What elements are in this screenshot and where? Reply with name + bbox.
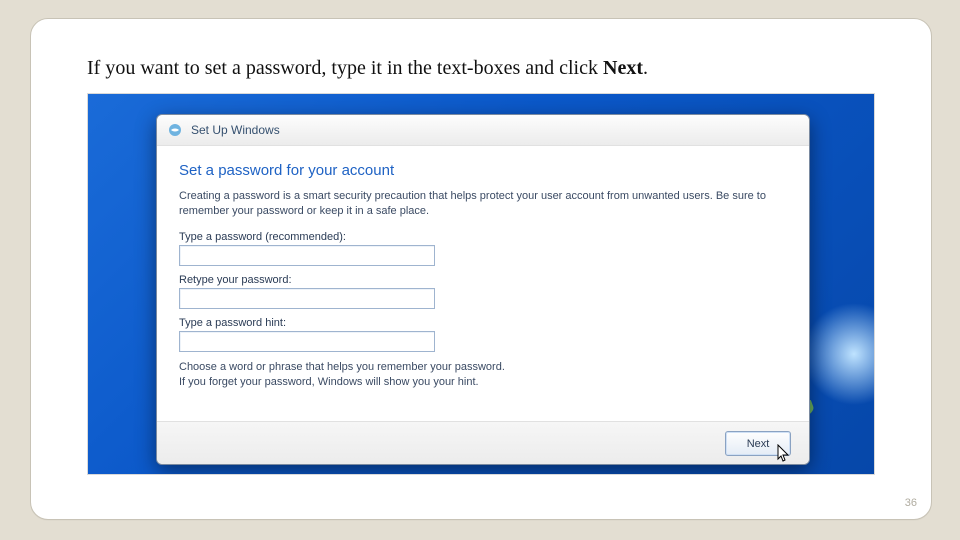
caption-text: If you want to set a password, type it i… bbox=[87, 57, 603, 79]
slide-card: If you want to set a password, type it i… bbox=[30, 18, 932, 520]
desktop-screenshot: Set Up Windows Set a password for your a… bbox=[87, 93, 875, 475]
password-hint-input[interactable] bbox=[179, 331, 435, 352]
window-heading: Set a password for your account bbox=[179, 162, 787, 179]
slide-caption: If you want to set a password, type it i… bbox=[87, 57, 648, 80]
retype-password-input[interactable] bbox=[179, 288, 435, 309]
window-titlebar: Set Up Windows bbox=[157, 115, 809, 146]
password-label: Type a password (recommended): bbox=[179, 231, 787, 243]
setup-window: Set Up Windows Set a password for your a… bbox=[156, 114, 810, 465]
setup-icon bbox=[167, 122, 183, 138]
password-input[interactable] bbox=[179, 245, 435, 266]
hint-help-text: Choose a word or phrase that helps you r… bbox=[179, 360, 787, 390]
caption-suffix: . bbox=[643, 57, 648, 79]
window-title: Set Up Windows bbox=[191, 123, 280, 137]
page-number: 36 bbox=[905, 497, 917, 509]
hint-label: Type a password hint: bbox=[179, 317, 787, 329]
caption-strong: Next bbox=[603, 57, 643, 79]
window-body: Set a password for your account Creating… bbox=[157, 146, 809, 389]
mouse-cursor-icon bbox=[777, 444, 791, 462]
next-button-label: Next bbox=[747, 438, 770, 450]
retype-label: Retype your password: bbox=[179, 274, 787, 286]
window-footer: Next bbox=[157, 421, 809, 464]
window-description: Creating a password is a smart security … bbox=[179, 189, 787, 219]
